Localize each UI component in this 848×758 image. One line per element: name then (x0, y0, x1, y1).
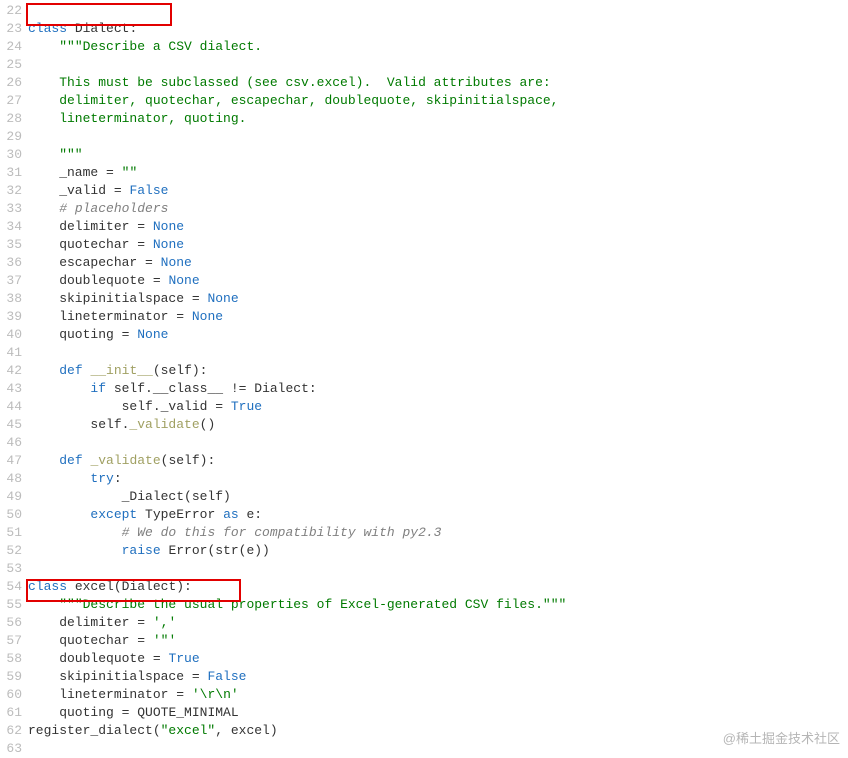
line-number: 28 (0, 110, 22, 128)
code-line: raise Error(str(e)) (28, 542, 848, 560)
code-line: register_dialect("excel", excel) (28, 722, 848, 740)
line-number: 30 (0, 146, 22, 164)
line-number: 48 (0, 470, 22, 488)
code-line: except TypeError as e: (28, 506, 848, 524)
code-line (28, 434, 848, 452)
code-line: class excel(Dialect): (28, 578, 848, 596)
line-number: 26 (0, 74, 22, 92)
line-number: 33 (0, 200, 22, 218)
code-line: self._validate() (28, 416, 848, 434)
line-number: 55 (0, 596, 22, 614)
line-number: 38 (0, 290, 22, 308)
line-number: 57 (0, 632, 22, 650)
code-line (28, 56, 848, 74)
code-line: doublequote = None (28, 272, 848, 290)
code-line: delimiter = ',' (28, 614, 848, 632)
line-number: 37 (0, 272, 22, 290)
line-number: 41 (0, 344, 22, 362)
line-number: 44 (0, 398, 22, 416)
code-line: self._valid = True (28, 398, 848, 416)
code-line: """ (28, 146, 848, 164)
code-line: skipinitialspace = None (28, 290, 848, 308)
code-line: doublequote = True (28, 650, 848, 668)
line-number: 34 (0, 218, 22, 236)
code-line: """Describe the usual properties of Exce… (28, 596, 848, 614)
line-number: 39 (0, 308, 22, 326)
code-line: def __init__(self): (28, 362, 848, 380)
line-number: 47 (0, 452, 22, 470)
code-line (28, 560, 848, 578)
code-line (28, 128, 848, 146)
line-number: 63 (0, 740, 22, 758)
code-line: if self.__class__ != Dialect: (28, 380, 848, 398)
code-line (28, 2, 848, 20)
code-line: quotechar = '"' (28, 632, 848, 650)
line-number: 40 (0, 326, 22, 344)
code-line: _name = "" (28, 164, 848, 182)
code-line: quoting = None (28, 326, 848, 344)
code-line: quotechar = None (28, 236, 848, 254)
code-line: """Describe a CSV dialect. (28, 38, 848, 56)
line-number: 53 (0, 560, 22, 578)
code-line: delimiter, quotechar, escapechar, double… (28, 92, 848, 110)
code-line: This must be subclassed (see csv.excel).… (28, 74, 848, 92)
line-number: 22 (0, 2, 22, 20)
code-line: lineterminator = '\r\n' (28, 686, 848, 704)
code-line: def _validate(self): (28, 452, 848, 470)
code-line: # We do this for compatibility with py2.… (28, 524, 848, 542)
code-line: # placeholders (28, 200, 848, 218)
code-line: lineterminator, quoting. (28, 110, 848, 128)
line-number: 58 (0, 650, 22, 668)
line-number: 60 (0, 686, 22, 704)
line-number: 46 (0, 434, 22, 452)
code-line (28, 344, 848, 362)
line-number: 50 (0, 506, 22, 524)
line-number: 61 (0, 704, 22, 722)
line-number: 36 (0, 254, 22, 272)
line-number: 25 (0, 56, 22, 74)
code-line: try: (28, 470, 848, 488)
line-number: 59 (0, 668, 22, 686)
code-line: _Dialect(self) (28, 488, 848, 506)
line-number: 23 (0, 20, 22, 38)
code-line: lineterminator = None (28, 308, 848, 326)
code-line (28, 740, 848, 758)
line-number: 35 (0, 236, 22, 254)
code-line: quoting = QUOTE_MINIMAL (28, 704, 848, 722)
code-line: escapechar = None (28, 254, 848, 272)
line-number: 62 (0, 722, 22, 740)
code-line: delimiter = None (28, 218, 848, 236)
code-line: skipinitialspace = False (28, 668, 848, 686)
line-number: 49 (0, 488, 22, 506)
line-number: 52 (0, 542, 22, 560)
code-area: class Dialect: """Describe a CSV dialect… (28, 2, 848, 758)
code-line: _valid = False (28, 182, 848, 200)
code-editor: 2223242526272829303132333435363738394041… (0, 0, 848, 758)
line-number: 42 (0, 362, 22, 380)
line-number: 27 (0, 92, 22, 110)
line-number: 56 (0, 614, 22, 632)
line-number: 29 (0, 128, 22, 146)
line-number: 31 (0, 164, 22, 182)
line-number: 51 (0, 524, 22, 542)
line-number-gutter: 2223242526272829303132333435363738394041… (0, 2, 28, 758)
line-number: 45 (0, 416, 22, 434)
code-line: class Dialect: (28, 20, 848, 38)
line-number: 32 (0, 182, 22, 200)
line-number: 24 (0, 38, 22, 56)
line-number: 54 (0, 578, 22, 596)
line-number: 43 (0, 380, 22, 398)
